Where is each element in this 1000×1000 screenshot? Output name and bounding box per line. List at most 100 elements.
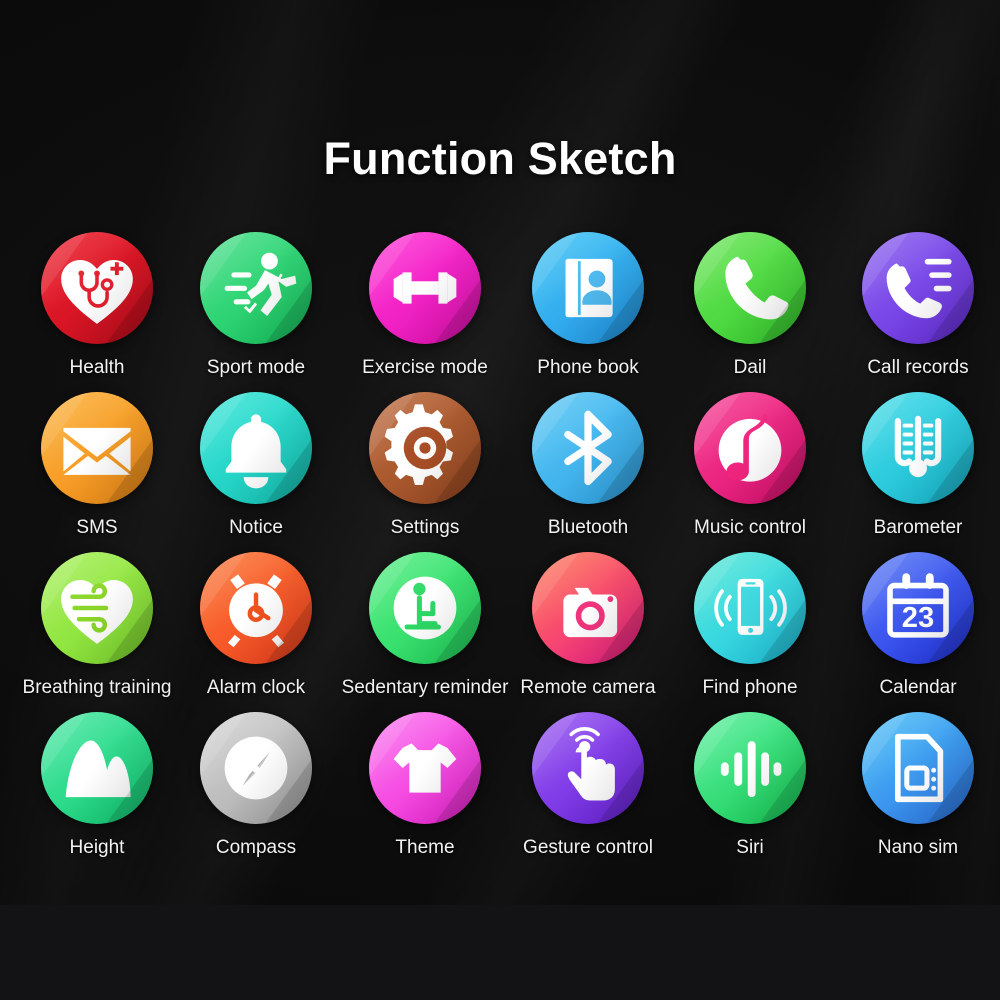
function-item-phone-book[interactable]: Phone book <box>503 232 673 379</box>
icon-glyph <box>393 272 457 304</box>
function-item-label: Remote camera <box>520 677 656 698</box>
function-item-health[interactable]: Health <box>12 232 182 379</box>
sim-card-icon[interactable] <box>862 712 974 824</box>
icon-glyph <box>224 252 297 316</box>
icon-glyph <box>720 741 782 798</box>
vibrating-phone-icon[interactable] <box>694 552 806 664</box>
function-item-label: Height <box>69 837 125 858</box>
icon-row: Health Sport mode Exercise mode Phone book D… <box>0 232 1000 392</box>
function-item-label: Health <box>69 357 125 378</box>
icon-glyph <box>567 727 615 801</box>
function-item-sms[interactable]: SMS <box>12 392 182 539</box>
icon-glyph: 23 <box>887 573 949 638</box>
voice-waveform-icon[interactable] <box>694 712 806 824</box>
call-records-icon[interactable] <box>862 232 974 344</box>
function-item-label: Dail <box>733 357 767 378</box>
icon-glyph <box>564 410 612 486</box>
heart-stethoscope-icon[interactable] <box>41 232 153 344</box>
icon-glyph <box>894 415 942 478</box>
function-item-label: Theme <box>395 837 455 858</box>
function-item-label: Barometer <box>873 517 963 538</box>
icon-glyph <box>714 578 787 635</box>
function-item-label: Sedentary reminder <box>341 677 509 698</box>
bluetooth-icon[interactable] <box>532 392 644 504</box>
function-item-label: Find phone <box>702 677 798 698</box>
svg-text:23: 23 <box>902 602 934 634</box>
barometer-icon[interactable] <box>862 392 974 504</box>
function-item-label: Alarm clock <box>206 677 306 698</box>
icon-glyph <box>718 414 782 482</box>
icon-glyph <box>61 580 133 644</box>
function-item-height[interactable]: Height <box>12 712 182 859</box>
function-item-barometer[interactable]: Barometer <box>833 392 1000 539</box>
function-item-label: Exercise mode <box>362 357 488 378</box>
seated-person-icon[interactable] <box>369 552 481 664</box>
function-item-nano-sim[interactable]: Nano sim <box>833 712 1000 859</box>
function-item-dail[interactable]: Dail <box>665 232 835 379</box>
function-item-call-records[interactable]: Call records <box>833 232 1000 379</box>
icon-row: Breathing training Alarm clock Sedentary r… <box>0 552 1000 712</box>
icon-glyph <box>393 576 457 640</box>
hand-tap-icon[interactable] <box>532 712 644 824</box>
function-item-label: Sport mode <box>206 357 306 378</box>
dumbbell-icon[interactable] <box>369 232 481 344</box>
function-item-label: Phone book <box>537 357 639 378</box>
function-item-gesture-control[interactable]: Gesture control <box>503 712 673 859</box>
function-item-label: Breathing training <box>22 677 172 698</box>
function-item-siri[interactable]: Siri <box>665 712 835 859</box>
heart-wind-icon[interactable] <box>41 552 153 664</box>
icon-glyph <box>886 258 952 319</box>
icon-glyph <box>393 743 457 793</box>
calendar-icon[interactable]: 23 <box>862 552 974 664</box>
function-item-label: Nano sim <box>877 837 959 858</box>
function-item-label: Settings <box>390 517 460 538</box>
tshirt-icon[interactable] <box>369 712 481 824</box>
function-sketch-poster: Function Sketch Health Sport mode Exercise… <box>0 0 1000 1000</box>
icon-glyph <box>228 574 284 648</box>
envelope-icon[interactable] <box>41 392 153 504</box>
running-figure-icon[interactable] <box>200 232 312 344</box>
function-item-alarm-clock[interactable]: Alarm clock <box>171 552 341 699</box>
function-item-calendar[interactable]: 23 Calendar <box>833 552 1000 699</box>
icon-glyph <box>565 258 613 318</box>
function-item-label: SMS <box>76 517 118 538</box>
phone-handset-icon[interactable] <box>694 232 806 344</box>
icon-glyph <box>563 587 618 638</box>
icon-glyph <box>895 733 944 803</box>
page-title: Function Sketch <box>323 133 677 184</box>
function-item-label: Music control <box>694 517 806 538</box>
function-item-bluetooth[interactable]: Bluetooth <box>503 392 673 539</box>
function-item-sedentary-reminder[interactable]: Sedentary reminder <box>340 552 510 699</box>
icon-glyph <box>725 256 789 320</box>
icon-glyph <box>65 740 131 798</box>
bell-icon[interactable] <box>200 392 312 504</box>
function-item-find-phone[interactable]: Find phone <box>665 552 835 699</box>
music-note-icon[interactable] <box>694 392 806 504</box>
function-icon-grid: Health Sport mode Exercise mode Phone book D… <box>0 232 1000 872</box>
function-item-notice[interactable]: Notice <box>171 392 341 539</box>
function-item-label: Calendar <box>879 677 957 698</box>
icon-glyph <box>225 414 287 489</box>
function-item-theme[interactable]: Theme <box>340 712 510 859</box>
icon-glyph <box>224 736 288 800</box>
function-item-settings[interactable]: Settings <box>340 392 510 539</box>
icon-glyph <box>61 260 133 324</box>
function-item-label: Gesture control <box>523 837 653 858</box>
gear-icon[interactable] <box>369 392 481 504</box>
function-item-label: Notice <box>229 517 283 538</box>
function-item-compass[interactable]: Compass <box>171 712 341 859</box>
compass-icon[interactable] <box>200 712 312 824</box>
function-item-label: Compass <box>215 837 297 858</box>
mountains-icon[interactable] <box>41 712 153 824</box>
icon-glyph <box>63 427 131 475</box>
function-item-sport-mode[interactable]: Sport mode <box>171 232 341 379</box>
contact-book-icon[interactable] <box>532 232 644 344</box>
function-item-label: Siri <box>736 837 764 858</box>
function-item-music-control[interactable]: Music control <box>665 392 835 539</box>
alarm-clock-icon[interactable] <box>200 552 312 664</box>
function-item-breathing-training[interactable]: Breathing training <box>12 552 182 699</box>
function-item-exercise-mode[interactable]: Exercise mode <box>340 232 510 379</box>
camera-icon[interactable] <box>532 552 644 664</box>
function-item-remote-camera[interactable]: Remote camera <box>503 552 673 699</box>
function-item-label: Bluetooth <box>547 517 629 538</box>
